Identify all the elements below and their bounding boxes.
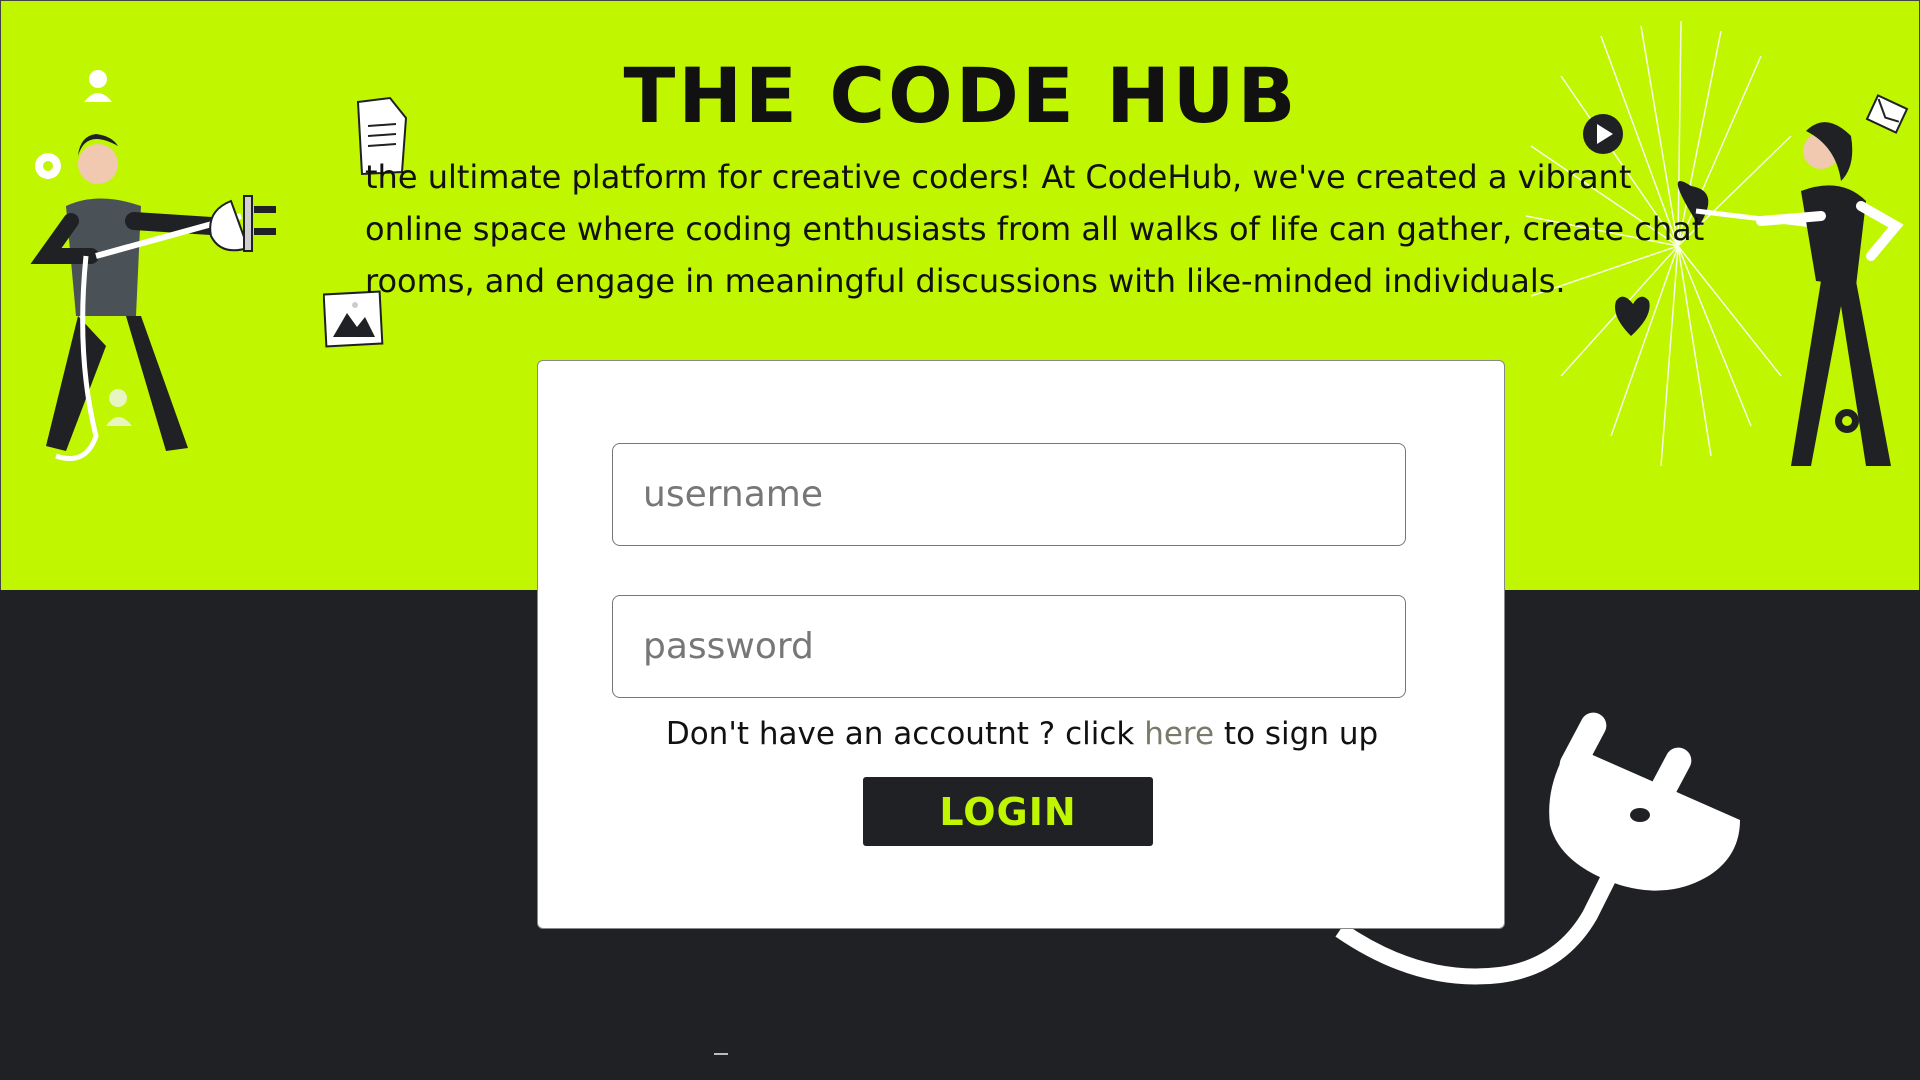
plug-icon	[209, 195, 276, 252]
password-input[interactable]	[612, 595, 1406, 698]
login-button[interactable]: LOGIN	[863, 777, 1153, 846]
person-icon	[106, 389, 132, 426]
signup-prompt: Don't have an accoutnt ? click here to s…	[538, 716, 1506, 752]
gear-icon	[35, 153, 61, 179]
page-title: THE CODE HUB	[623, 51, 1299, 140]
intro-text: the ultimate platform for creative coder…	[365, 158, 1705, 300]
gear-icon	[1835, 409, 1859, 433]
signup-link[interactable]: here	[1144, 716, 1214, 752]
signup-suffix: to sign up	[1214, 716, 1379, 752]
login-card: Don't have an accoutnt ? click here to s…	[537, 360, 1505, 929]
username-input[interactable]	[612, 443, 1406, 546]
signup-prefix: Don't have an accoutnt ? click	[665, 716, 1145, 752]
divider	[714, 1053, 728, 1055]
